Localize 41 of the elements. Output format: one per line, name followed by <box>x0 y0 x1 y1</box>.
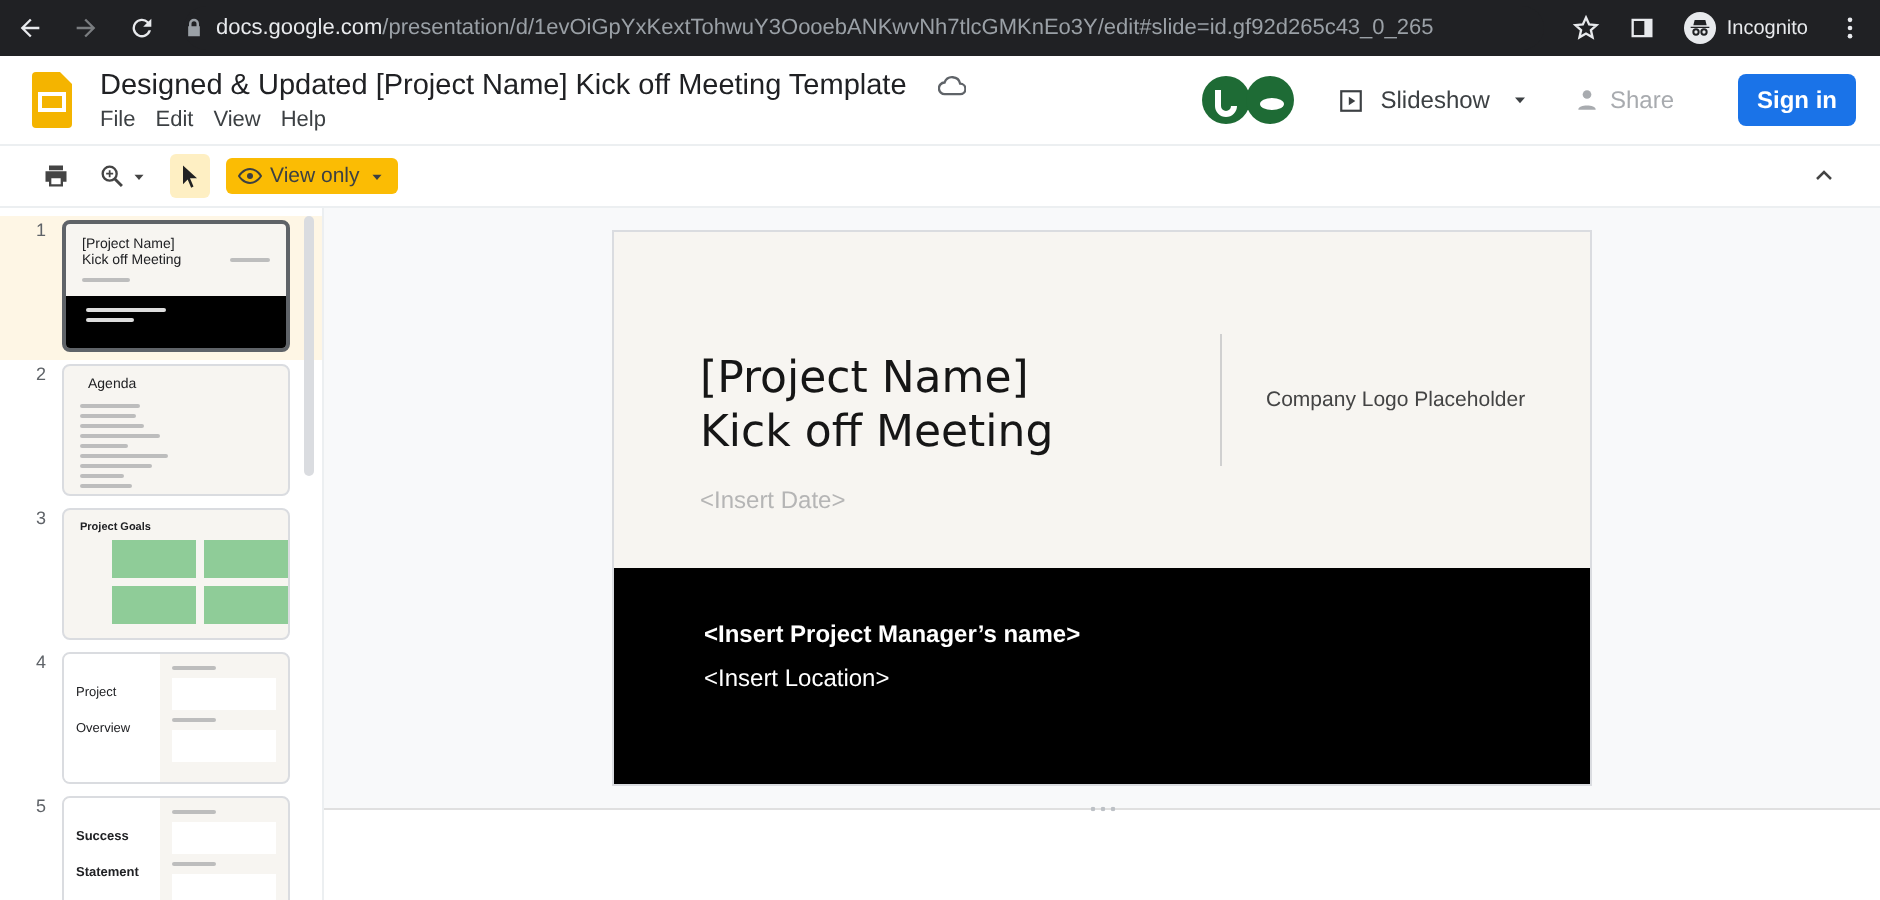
scrollbar[interactable] <box>304 216 314 476</box>
menu-item[interactable]: File <box>100 107 136 131</box>
profile-label: Incognito <box>1726 17 1808 39</box>
play-icon <box>1338 87 1365 113</box>
side-panel-icon <box>1628 14 1657 42</box>
resize-handle[interactable] <box>1088 806 1116 812</box>
forward-arrow-icon <box>72 14 100 42</box>
pointer-tool-button[interactable] <box>170 154 210 198</box>
zoom-icon <box>98 162 126 190</box>
lock-icon <box>184 18 204 38</box>
eye-icon <box>238 164 262 188</box>
round-logos-icon <box>1202 74 1295 126</box>
url-host: docs.google.com <box>216 16 383 40</box>
menu-item[interactable]: View <box>213 107 261 131</box>
logo-text: Company Logo Placeholder <box>1266 388 1526 412</box>
menu-item[interactable]: Edit <box>155 107 194 131</box>
menu-item[interactable]: Help <box>280 107 326 131</box>
cloud-icon <box>938 71 967 99</box>
sign-in-button[interactable]: Sign in <box>1738 74 1856 126</box>
person-icon <box>1573 87 1600 113</box>
date-text: <Insert Date> <box>700 485 848 513</box>
location-text: <Insert Location> <box>704 664 892 692</box>
slide-number: 1 <box>36 220 44 244</box>
slide-number: 4 <box>36 652 44 676</box>
manager-name-text: <Insert Project Manager’s name> <box>704 620 1083 648</box>
incognito-icon <box>1684 12 1717 44</box>
url-path: /presentation/d/1evOiGpYxKextTohwuY3OooebANKwvNh7tlcGMKnEo3Y/edit#slide=id.gf92d265c43_0_265 <box>382 16 1434 40</box>
star-icon <box>1572 14 1601 42</box>
document-title: Designed & Updated [Project Name] Kick off Meeting Template <box>100 69 907 101</box>
goal-card <box>204 586 288 625</box>
view-only-button[interactable]: View only <box>226 158 398 194</box>
slide-number: 2 <box>36 364 44 388</box>
print-icon <box>42 162 70 190</box>
slide-number: 5 <box>36 796 44 820</box>
slide-title: [Project Name] Kick off Meeting <box>700 351 1056 461</box>
reload-icon[interactable] <box>128 14 156 42</box>
goal-card <box>204 540 288 579</box>
goal-card <box>112 586 196 625</box>
slide-number: 3 <box>36 508 44 532</box>
goal-card <box>112 540 196 579</box>
back-arrow-icon[interactable] <box>16 14 44 42</box>
